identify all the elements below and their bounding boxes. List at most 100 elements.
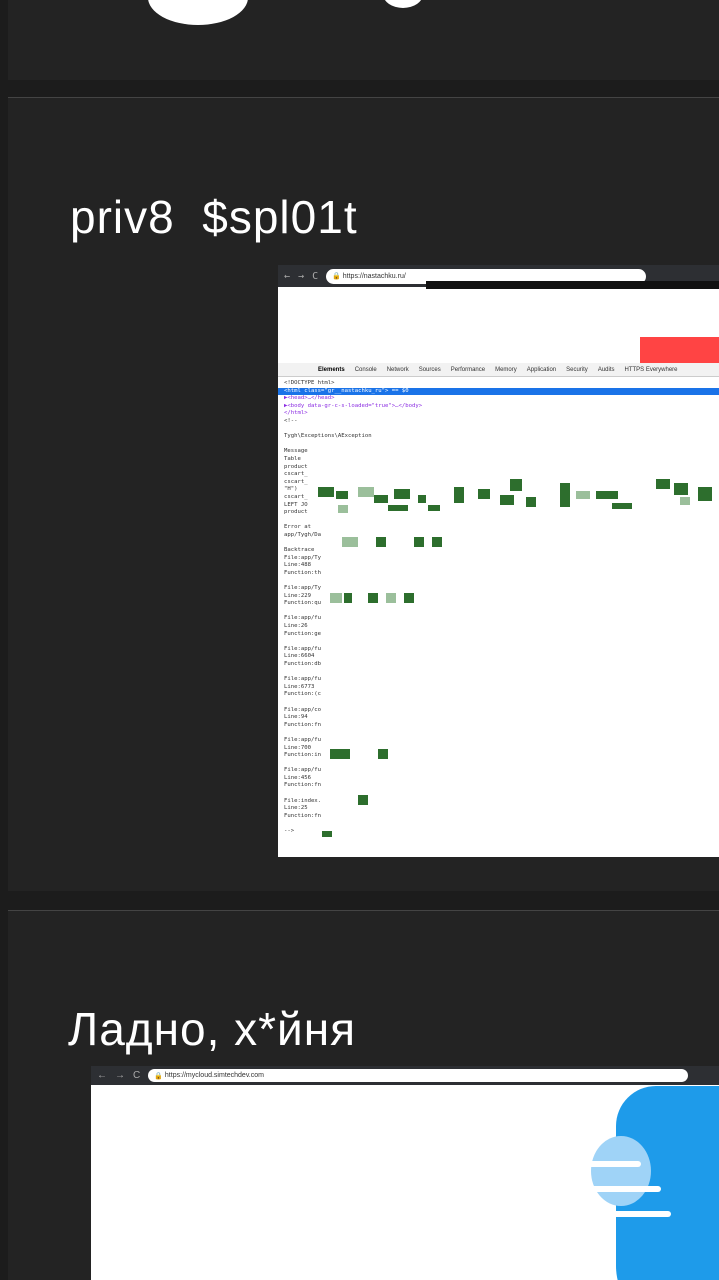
- code-line: File:app/co: [284, 706, 322, 713]
- censor-pixel: [394, 489, 410, 499]
- code-line: product: [284, 463, 308, 470]
- url-text: https://mycloud.simtechdev.com: [164, 1072, 264, 1079]
- lock-icon: 🔒: [332, 273, 343, 280]
- scribble-censor: [341, 1161, 641, 1167]
- devtools-source: <!DOCTYPE html> <html class="gr__nastachk…: [278, 380, 719, 836]
- code-line: LEFT JO: [284, 501, 308, 508]
- devtools-tab[interactable]: Network: [387, 367, 409, 373]
- code-line: Line:6604: [284, 653, 315, 660]
- devtools-tab[interactable]: Performance: [451, 367, 485, 373]
- code-line: Line:456: [284, 774, 311, 781]
- browser-screenshot-2: ← → C 🔒 https://mycloud.simtechdev.com: [91, 1066, 719, 1280]
- censor-pixel: [368, 593, 378, 603]
- code-line: Line:25: [284, 805, 308, 812]
- code-line: Function:ge: [284, 630, 322, 637]
- code-line: Error at: [284, 524, 311, 531]
- forward-icon[interactable]: →: [115, 1070, 125, 1081]
- devtools-tab[interactable]: HTTPS Everywhere: [625, 367, 678, 373]
- reload-icon[interactable]: C: [312, 271, 318, 282]
- code-line: Table: [284, 455, 301, 462]
- browser-toolbar: ← → C 🔒 https://mycloud.simtechdev.com: [91, 1066, 719, 1085]
- censor-pixel: [376, 537, 386, 547]
- forward-icon[interactable]: →: [298, 271, 304, 282]
- censor-pixel: [330, 749, 350, 759]
- code-line: Function:(c: [284, 691, 322, 698]
- reload-icon[interactable]: C: [133, 1070, 140, 1081]
- censor-pixel: [656, 479, 670, 489]
- censor-pixel: [612, 503, 632, 509]
- censor-pixel: [404, 593, 414, 603]
- code-line: Tygh\Exceptions\AException: [284, 433, 372, 440]
- censor-bar: [426, 281, 719, 289]
- censor-pixel: [336, 491, 348, 499]
- logo-fragment: [148, 0, 248, 25]
- censor-pixel: [510, 479, 522, 491]
- censor-pixel: [478, 489, 490, 499]
- code-line: cscart_: [284, 478, 308, 485]
- censor-pixel: [388, 505, 408, 511]
- censor-pixel: [344, 593, 352, 603]
- code-line: product: [284, 509, 308, 516]
- censor-pixel: [358, 487, 374, 497]
- censor-pixel: [322, 831, 332, 837]
- url-text: https://nastachku.ru/: [342, 272, 406, 280]
- code-line: File:app/fu: [284, 736, 322, 743]
- code-line: ▶<body data-gr-c-s-loaded="true">…</body…: [284, 402, 423, 409]
- censor-pixel: [698, 487, 712, 501]
- back-icon[interactable]: ←: [284, 271, 290, 282]
- devtools-tab[interactable]: Audits: [598, 367, 615, 373]
- code-line: <!DOCTYPE html>: [284, 380, 335, 386]
- code-line: Line:6773: [284, 683, 315, 690]
- code-line: Line:94: [284, 714, 308, 721]
- code-line: -->: [284, 828, 295, 835]
- page-banner: [640, 337, 719, 365]
- scribble-censor: [381, 1126, 571, 1132]
- code-line: Function:th: [284, 569, 322, 576]
- code-line: File:index.: [284, 797, 322, 804]
- address-bar[interactable]: 🔒 https://mycloud.simtechdev.com: [148, 1069, 689, 1082]
- hero-graphic: [591, 1136, 651, 1206]
- lock-icon: 🔒: [154, 1072, 165, 1080]
- devtools-tab[interactable]: Security: [566, 367, 588, 373]
- devtools-tab[interactable]: Elements: [318, 367, 345, 373]
- code-line: File:app/fu: [284, 645, 322, 652]
- slide-title-1: priv8 $spl01t: [70, 191, 358, 243]
- censor-pixel: [358, 795, 368, 805]
- code-line: File:app/fu: [284, 676, 322, 683]
- devtools-tab[interactable]: Console: [355, 367, 377, 373]
- code-line: <!--: [284, 417, 298, 424]
- slide-title-2: Ладно, х*йня: [68, 1003, 357, 1055]
- code-line: File:app/Ty: [284, 554, 322, 561]
- scribble-censor: [361, 1186, 661, 1192]
- censor-pixel: [680, 497, 690, 505]
- code-line: Function:fn: [284, 812, 322, 819]
- devtools-tab[interactable]: Sources: [419, 367, 441, 373]
- censor-pixel: [500, 495, 514, 505]
- code-line: File:app/Ty: [284, 585, 322, 592]
- code-line: Message: [284, 448, 308, 455]
- scribble-censor: [331, 1211, 671, 1217]
- censor-pixel: [576, 491, 590, 499]
- code-line: Line:488: [284, 562, 311, 569]
- devtools-tab[interactable]: Memory: [495, 367, 517, 373]
- code-line: Backtrace: [284, 547, 315, 554]
- censor-pixel: [418, 495, 426, 503]
- devtools-tab[interactable]: Application: [527, 367, 556, 373]
- censor-pixel: [432, 537, 442, 547]
- censor-pixel: [428, 505, 440, 511]
- censor-pixel: [378, 749, 388, 759]
- back-icon[interactable]: ←: [97, 1070, 107, 1081]
- censor-pixel: [560, 483, 570, 507]
- browser-screenshot-1: ← → C 🔒 https://nastachku.ru/ Elements Co…: [278, 265, 719, 857]
- logo-fragment: [383, 0, 423, 8]
- code-line: Function:fn: [284, 782, 322, 789]
